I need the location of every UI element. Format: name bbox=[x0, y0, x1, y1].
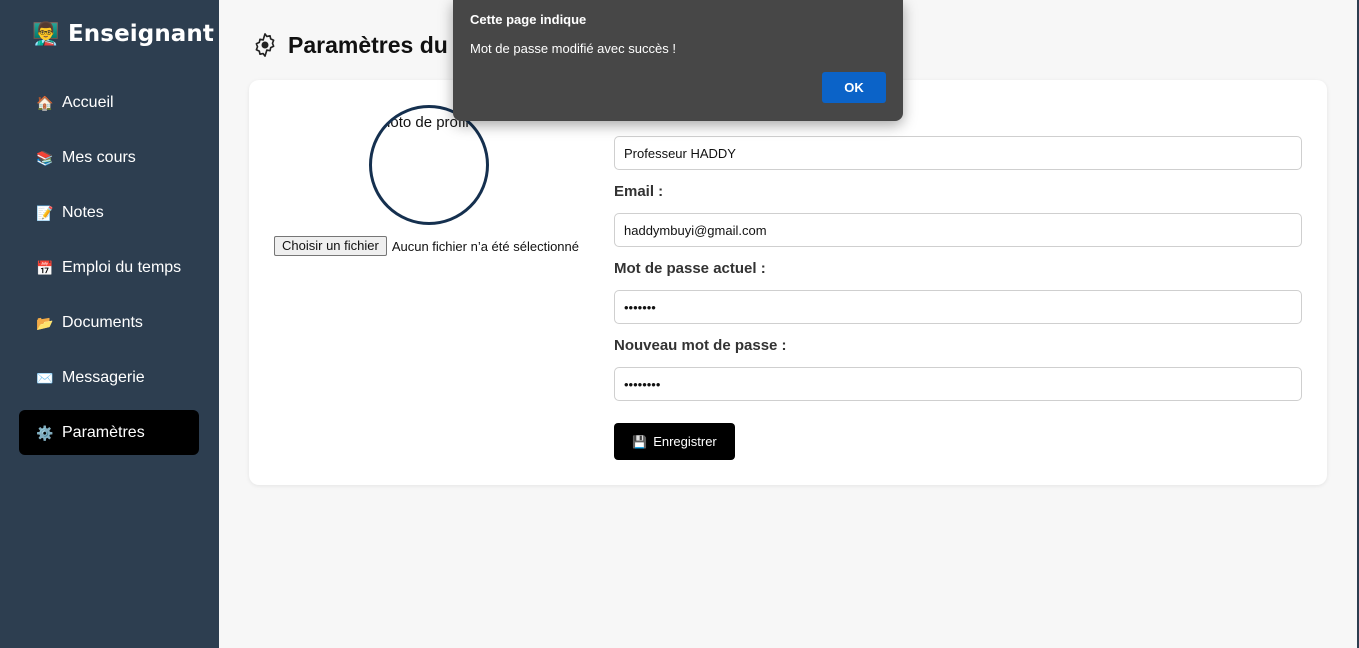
alert-dialog: Cette page indique Mot de passe modifié … bbox=[453, 0, 903, 121]
sidebar-item-mes-cours[interactable]: 📚 Mes cours bbox=[19, 135, 199, 180]
new-password-field[interactable] bbox=[614, 367, 1302, 401]
gear-icon: ⚙️ bbox=[36, 424, 54, 441]
settings-card: Photo de profil Choisir un fichier Aucun… bbox=[249, 80, 1327, 485]
file-status: Aucun fichier n’a été sélectionné bbox=[391, 238, 580, 254]
sidebar-nav: 🏠 Accueil 📚 Mes cours 📝 Notes 📅 Emploi d… bbox=[19, 80, 199, 465]
sidebar-item-label: Accueil bbox=[62, 93, 114, 111]
sidebar-item-label: Mes cours bbox=[62, 148, 136, 166]
sidebar-item-label: Emploi du temps bbox=[62, 258, 182, 276]
file-upload: Choisir un fichier Aucun fichier n’a été… bbox=[274, 236, 579, 256]
current-password-field[interactable] bbox=[614, 290, 1302, 324]
house-icon: 🏠 bbox=[36, 94, 54, 111]
books-icon: 📚 bbox=[36, 149, 54, 166]
calendar-icon: 📅 bbox=[36, 259, 54, 276]
envelope-icon: ✉️ bbox=[36, 369, 54, 386]
sidebar-item-label: Messagerie bbox=[62, 368, 145, 386]
brand: 👨‍🏫 Enseignant bbox=[32, 20, 214, 48]
floppy-disk-icon: 💾 bbox=[632, 434, 648, 449]
save-button-label: Enregistrer bbox=[653, 434, 717, 449]
save-button[interactable]: 💾 Enregistrer bbox=[614, 423, 735, 460]
dialog-message: Mot de passe modifié avec succès ! bbox=[470, 41, 676, 56]
brand-title: Enseignant bbox=[68, 21, 214, 47]
sidebar-item-documents[interactable]: 📂 Documents bbox=[19, 300, 199, 345]
memo-icon: 📝 bbox=[36, 204, 54, 221]
app-window: 👨‍🏫 Enseignant 🏠 Accueil 📚 Mes cours 📝 N… bbox=[0, 0, 1359, 648]
dialog-ok-button[interactable]: OK bbox=[822, 72, 886, 103]
gear-icon bbox=[255, 33, 275, 57]
name-field[interactable] bbox=[614, 136, 1302, 170]
sidebar-item-parametres[interactable]: ⚙️ Paramètres bbox=[19, 410, 199, 455]
folder-icon: 📂 bbox=[36, 314, 54, 331]
sidebar-item-emploi-du-temps[interactable]: 📅 Emploi du temps bbox=[19, 245, 199, 290]
current-password-label: Mot de passe actuel : bbox=[614, 260, 766, 277]
teacher-icon: 👨‍🏫 bbox=[32, 21, 60, 46]
page-title: Paramètres du bbox=[251, 31, 448, 59]
sidebar-item-label: Paramètres bbox=[62, 423, 145, 441]
new-password-label: Nouveau mot de passe : bbox=[614, 337, 787, 354]
sidebar-item-notes[interactable]: 📝 Notes bbox=[19, 190, 199, 235]
dialog-title: Cette page indique bbox=[470, 12, 587, 27]
sidebar-item-label: Notes bbox=[62, 203, 104, 221]
page-title-text: Paramètres du bbox=[288, 31, 448, 58]
sidebar-item-accueil[interactable]: 🏠 Accueil bbox=[19, 80, 199, 125]
email-label: Email : bbox=[614, 183, 664, 200]
avatar: Photo de profil bbox=[369, 105, 489, 225]
sidebar: 👨‍🏫 Enseignant 🏠 Accueil 📚 Mes cours 📝 N… bbox=[0, 0, 219, 648]
sidebar-item-label: Documents bbox=[62, 313, 143, 331]
sidebar-item-messagerie[interactable]: ✉️ Messagerie bbox=[19, 355, 199, 400]
email-field[interactable] bbox=[614, 213, 1302, 247]
choose-file-button[interactable]: Choisir un fichier bbox=[274, 236, 387, 256]
